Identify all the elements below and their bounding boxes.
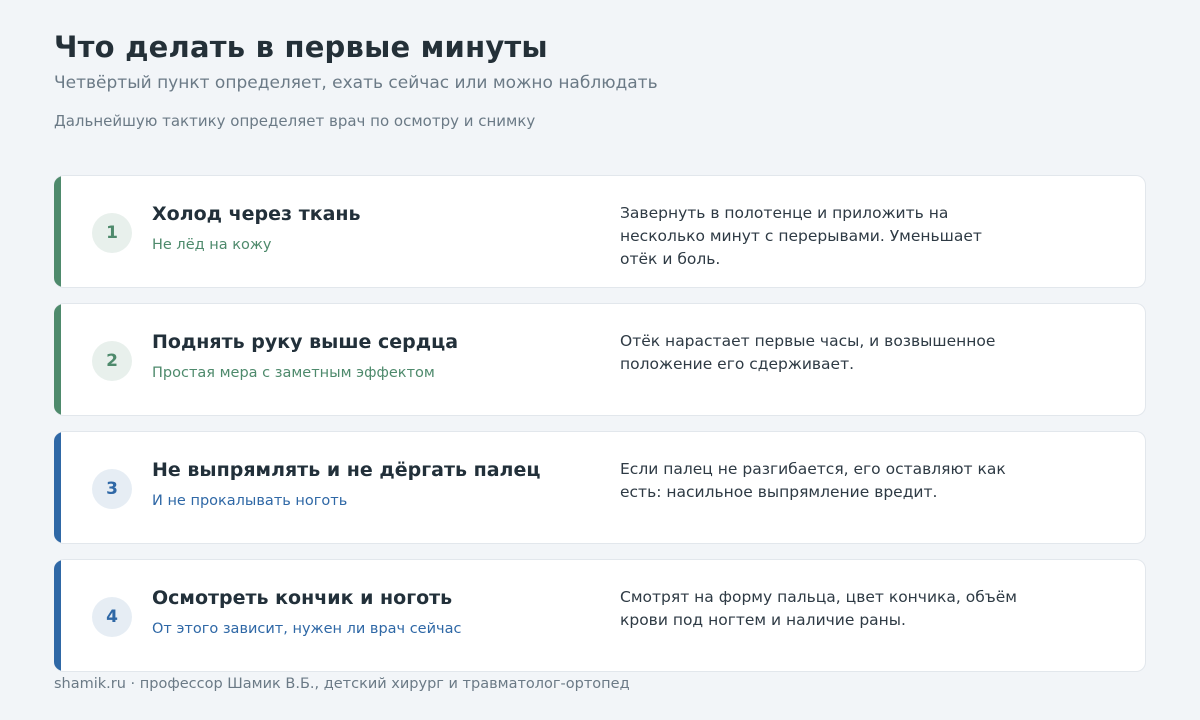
step-number-badge: 3 (92, 469, 132, 509)
page-subtitle: Четвёртый пункт определяет, ехать сейчас… (54, 73, 658, 93)
page-note: Дальнейшую тактику определяет врач по ос… (54, 112, 536, 130)
step-subtitle: От этого зависит, нужен ли врач сейчас (152, 621, 462, 637)
steps-list: 1 Холод через ткань Не лёд на кожу Завер… (54, 175, 1146, 687)
step-card-3: 3 Не выпрямлять и не дёргать палец И не … (54, 431, 1146, 544)
accent-bar (54, 176, 61, 287)
accent-bar (54, 432, 61, 543)
step-subtitle: Не лёд на кожу (152, 237, 272, 253)
step-subtitle: Простая мера с заметным эффектом (152, 365, 435, 381)
step-title: Холод через ткань (152, 203, 361, 225)
step-number-badge: 2 (92, 341, 132, 381)
step-number-badge: 1 (92, 213, 132, 253)
step-number-badge: 4 (92, 597, 132, 637)
step-title: Поднять руку выше сердца (152, 331, 459, 353)
step-subtitle: И не прокалывать ноготь (152, 493, 348, 509)
step-card-2: 2 Поднять руку выше сердца Простая мера … (54, 303, 1146, 416)
page-title: Что делать в первые минуты (54, 30, 548, 64)
step-title: Осмотреть кончик и ноготь (152, 587, 453, 609)
step-card-1: 1 Холод через ткань Не лёд на кожу Завер… (54, 175, 1146, 288)
step-description: Смотрят на форму пальца, цвет кончика, о… (620, 588, 1017, 629)
footer-credit: shamik.ru · профессор Шамик В.Б., детски… (54, 676, 630, 692)
step-title: Не выпрямлять и не дёргать палец (152, 459, 541, 481)
step-description: Завернуть в полотенце и приложить на нес… (620, 204, 982, 268)
step-description: Если палец не разгибается, его оставляют… (620, 460, 1006, 501)
step-description: Отёк нарастает первые часы, и возвышенно… (620, 332, 996, 373)
accent-bar (54, 560, 61, 671)
accent-bar (54, 304, 61, 415)
step-card-4: 4 Осмотреть кончик и ноготь От этого зав… (54, 559, 1146, 672)
